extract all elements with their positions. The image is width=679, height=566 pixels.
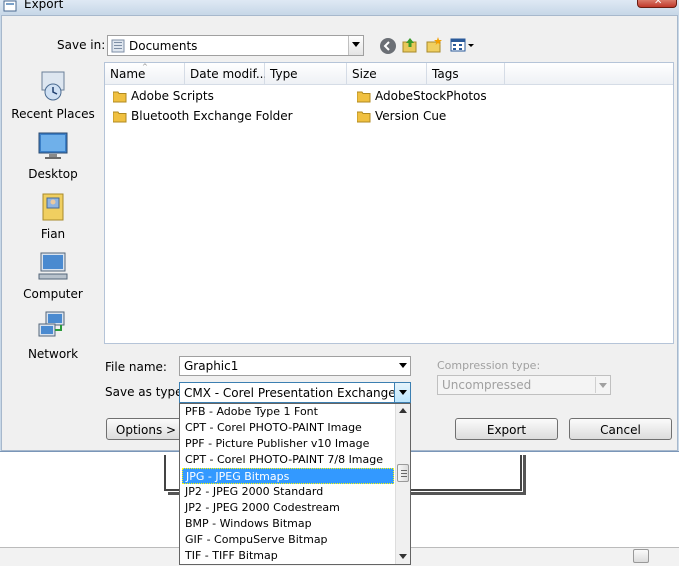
column-label: Tags [432,67,459,81]
file-name-value: Graphic1 [184,359,239,373]
place-label: Computer [23,287,83,301]
file-name: Bluetooth Exchange Folder [131,109,293,123]
save-in-label: Save in: [57,38,106,52]
place-label: Recent Places [11,107,95,121]
place-label: Fian [40,227,66,241]
place-desktop[interactable]: Desktop [4,130,102,181]
back-icon[interactable] [379,37,397,55]
chevron-down-icon [352,42,360,47]
scroll-thumb[interactable] [397,464,409,482]
file-name-label: File name: [105,360,167,374]
column-header-empty [505,63,673,85]
dropdown-option[interactable]: GIF - CompuServe Bitmap [182,532,394,548]
options-button[interactable]: Options > [106,418,186,440]
save-in-value: Documents [129,39,198,53]
column-label: Date modif... [190,67,268,81]
column-header-date-modified[interactable]: Date modif... [185,63,268,85]
place-computer[interactable]: Computer [4,250,102,301]
file-name: Version Cue [375,109,447,123]
save-as-type-label: Save as type: [105,385,187,399]
chevron-down-icon [399,390,407,395]
network-icon [38,311,65,337]
column-header-tags[interactable]: Tags [427,63,505,85]
folder-icon [357,91,371,103]
save-as-type-value: CMX - Corel Presentation Exchange [184,386,396,400]
folder-icon [113,91,127,103]
chevron-down-icon [399,363,407,368]
recent-places-icon [41,71,65,101]
list-item[interactable]: Bluetooth Exchange Folder [113,109,293,127]
list-item[interactable]: Version Cue [357,109,446,127]
save-as-type-combo[interactable]: CMX - Corel Presentation Exchange [179,382,411,403]
place-label: Desktop [28,167,78,181]
dropdown-option[interactable]: CPT - Corel PHOTO-PAINT 7/8 Image [182,452,394,468]
dropdown-scrollbar[interactable] [395,404,410,564]
close-icon: ✕ [654,0,663,7]
dropdown-option[interactable]: JP2 - JPEG 2000 Standard [182,484,394,500]
save-as-type-dropdown-list[interactable]: PFB - Adobe Type 1 Font CPT - Corel PHOT… [179,403,411,565]
place-fian[interactable]: Fian [4,190,102,241]
place-recent-places[interactable]: Recent Places [4,70,102,121]
views-menu-icon[interactable] [450,38,475,53]
cancel-button[interactable]: Cancel [569,418,672,440]
column-header-size[interactable]: Size [347,63,427,85]
file-name-dropdown-button[interactable] [396,357,410,375]
user-folder-icon [42,193,64,221]
column-label: Type [270,67,298,81]
file-list[interactable]: Name ^ Date modif... Type Size Tags Adob… [104,62,674,344]
list-item[interactable]: AdobeStockPhotos [357,89,487,107]
folder-icon [113,111,127,123]
column-label: Size [352,67,377,81]
scroll-up-icon[interactable] [399,407,407,413]
desktop-icon [38,132,68,159]
title-bar [0,0,679,14]
file-name: Adobe Scripts [131,89,214,103]
up-folder-icon[interactable] [401,36,419,54]
new-folder-icon[interactable] [425,36,443,54]
export-button[interactable]: Export [455,418,558,440]
window-title: Export [24,0,64,11]
grip-icon [401,470,407,477]
list-item[interactable]: Adobe Scripts [113,89,214,107]
save-in-combo[interactable]: Documents [107,35,364,56]
dropdown-option[interactable]: JP2 - JPEG 2000 Codestream [182,500,394,516]
background-scroll-thumb[interactable] [633,549,649,563]
dropdown-option[interactable]: TIF - TIFF Bitmap [182,548,394,564]
column-header-type[interactable]: Type [265,63,347,85]
dropdown-option[interactable]: CPT - Corel PHOTO-PAINT Image [182,420,394,436]
column-header-name[interactable]: Name ^ [105,63,185,85]
dropdown-option[interactable]: PFB - Adobe Type 1 Font [182,404,394,420]
chevron-down-icon [599,383,607,388]
file-name: AdobeStockPhotos [375,89,487,103]
scroll-down-icon[interactable] [399,554,407,560]
dropdown-option[interactable]: PPF - Picture Publisher v10 Image [182,436,394,452]
compression-type-combo: Uncompressed [437,375,611,395]
place-network[interactable]: Network [4,310,102,361]
places-bar: Recent Places Desktop Fian Computer Netw… [4,62,102,362]
documents-folder-icon [111,39,125,53]
export-app-icon [3,0,17,12]
save-as-type-dropdown-button[interactable] [394,383,410,402]
save-in-dropdown-button[interactable] [348,36,363,55]
compression-type-value: Uncompressed [442,378,532,392]
column-label: Name [110,67,146,81]
compression-dropdown-button [595,377,610,393]
dropdown-option-selected[interactable]: JPG - JPEG Bitmaps [182,468,394,484]
place-label: Network [27,347,79,361]
compression-type-label: Compression type: [437,359,541,372]
sort-ascending-icon: ^ [142,63,148,71]
folder-icon [357,111,371,123]
dropdown-option[interactable]: BMP - Windows Bitmap [182,516,394,532]
computer-icon [38,252,68,280]
file-name-field[interactable]: Graphic1 [179,356,411,376]
